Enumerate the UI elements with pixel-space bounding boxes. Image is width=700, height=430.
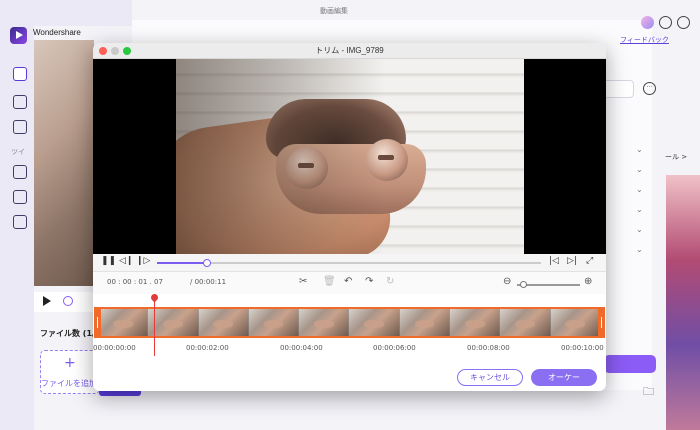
video-frame xyxy=(176,59,524,254)
timeline-thumbnail xyxy=(450,309,501,336)
brand-name: Wondershare xyxy=(33,28,81,37)
trash-icon[interactable]: 🗑 xyxy=(323,276,336,287)
total-duration: / 00:00:11 xyxy=(190,278,227,286)
playhead[interactable] xyxy=(154,294,155,356)
timeline-thumbnail xyxy=(248,309,300,336)
trim-dialog: トリム - IMG_9789 ❚❚ ◁❙ ❙▷ |◁ ▷| ⤢ 00 : 00 … xyxy=(93,43,606,391)
dialog-title: トリム - IMG_9789 xyxy=(315,46,384,55)
tool-link[interactable]: ール > xyxy=(665,152,687,162)
timeline-tick: 00:00:00:00 xyxy=(93,344,136,352)
step-forward-icon[interactable]: ❙▷ xyxy=(136,256,150,266)
seek-knob[interactable] xyxy=(203,259,211,267)
chevron-down-icon[interactable]: ⌄ xyxy=(636,185,643,194)
promo-image xyxy=(666,175,700,430)
feedback-link[interactable]: フィードバック xyxy=(620,35,669,45)
timeline: 00:00:00:00 00:00:02:00 00:00:04:00 00:0… xyxy=(93,292,606,391)
edit-toolbar: 00 : 00 : 01 . 07 / 00:00:11 ✂ 🗑 ↶ ↷ ↻ ⊖… xyxy=(93,272,606,294)
fullscreen-icon[interactable]: ⤢ xyxy=(586,256,593,266)
reset-icon[interactable]: ↻ xyxy=(386,276,394,287)
sidebar-section-label: ツイ xyxy=(11,148,25,156)
mark-in-icon[interactable]: |◁ xyxy=(549,256,559,266)
file-count-label: ファイル数 (1/2 xyxy=(40,329,101,338)
pause-icon[interactable]: ❚❚ xyxy=(101,256,116,266)
scissors-icon[interactable]: ✂ xyxy=(299,276,307,287)
timeline-thumbnail xyxy=(198,309,249,336)
headset-icon[interactable] xyxy=(677,16,690,29)
app-logo-icon xyxy=(10,27,27,44)
redo-icon[interactable]: ↷ xyxy=(365,276,373,287)
chevron-down-icon[interactable]: ⌄ xyxy=(636,145,643,154)
window-title: 動画編集 xyxy=(320,7,348,15)
timeline-thumbnail xyxy=(349,309,400,336)
playhead-marker-icon[interactable] xyxy=(149,292,160,303)
frame-shade xyxy=(176,59,524,254)
screen-icon[interactable] xyxy=(13,215,27,229)
plus-icon: + xyxy=(64,355,76,371)
current-time-input[interactable]: 00 : 00 : 01 . 07 xyxy=(107,278,163,286)
step-back-icon[interactable]: ◁❙ xyxy=(119,256,133,266)
zoom-knob[interactable] xyxy=(520,281,527,288)
document-icon[interactable] xyxy=(13,120,27,134)
timeline-tick: 00:00:06:00 xyxy=(373,344,416,352)
player-controls: ❚❚ ◁❙ ❙▷ |◁ ▷| ⤢ xyxy=(93,254,606,272)
add-file-label: ファイルを追加 xyxy=(41,379,97,388)
video-preview xyxy=(93,59,606,254)
mark-out-icon[interactable]: ▷| xyxy=(567,256,577,266)
zoom-out-icon[interactable]: ⊖ xyxy=(503,276,511,287)
timeline-tick: 00:00:10:00 xyxy=(561,344,604,352)
timeline-thumbnail xyxy=(148,309,199,336)
timeline-thumbnail xyxy=(98,309,149,336)
download-icon[interactable] xyxy=(13,190,27,204)
timeline-thumbnail xyxy=(550,309,601,336)
convert-button[interactable] xyxy=(604,355,656,373)
convert-icon[interactable] xyxy=(13,165,27,179)
filmstrip[interactable] xyxy=(96,307,603,338)
preview-seek-knob[interactable] xyxy=(63,296,73,306)
toolbox-icon[interactable] xyxy=(13,95,27,109)
chevron-down-icon[interactable]: ⌄ xyxy=(636,165,643,174)
dialog-titlebar: トリム - IMG_9789 xyxy=(93,43,606,59)
timeline-thumbnail xyxy=(500,309,551,336)
ok-button[interactable]: オーケー xyxy=(531,369,597,386)
preview-image xyxy=(34,40,94,286)
zoom-in-icon[interactable]: ⊕ xyxy=(584,276,592,287)
more-options-icon[interactable]: ··· xyxy=(643,82,656,95)
avatar[interactable] xyxy=(641,16,654,29)
chevron-down-icon[interactable]: ⌄ xyxy=(636,225,643,234)
timeline-tick: 00:00:04:00 xyxy=(280,344,323,352)
timeline-tick: 00:00:02:00 xyxy=(186,344,229,352)
trim-end-handle[interactable] xyxy=(598,307,605,338)
trim-start-handle[interactable] xyxy=(94,307,101,338)
home-icon[interactable] xyxy=(13,67,27,81)
cancel-button[interactable]: キャンセル xyxy=(457,369,523,386)
message-icon[interactable] xyxy=(659,16,672,29)
seek-track[interactable] xyxy=(157,262,541,264)
timeline-tick: 00:00:08:00 xyxy=(467,344,510,352)
chevron-down-icon[interactable]: ⌄ xyxy=(636,245,643,254)
seek-progress xyxy=(157,262,207,264)
play-icon[interactable] xyxy=(43,296,51,306)
undo-icon[interactable]: ↶ xyxy=(344,276,352,287)
timeline-thumbnail xyxy=(299,309,350,336)
folder-icon[interactable]: 🗀 xyxy=(643,383,654,402)
timeline-thumbnail xyxy=(399,309,451,336)
chevron-down-icon[interactable]: ⌄ xyxy=(636,205,643,214)
